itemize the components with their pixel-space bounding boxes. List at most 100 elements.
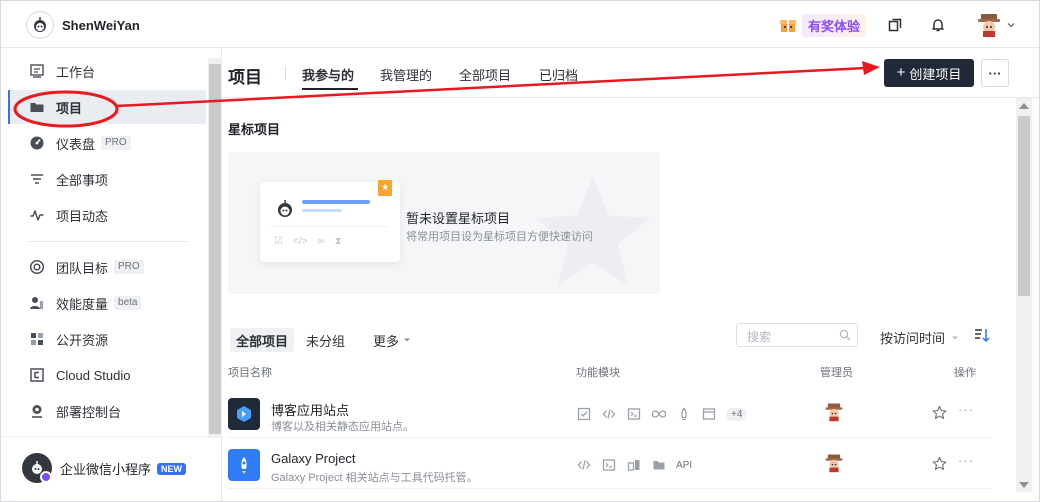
sidebar-item-label: 项目 [56, 100, 83, 116]
sidebar-item-label: 公开资源 [56, 332, 109, 348]
terminal-icon[interactable] [601, 457, 617, 473]
sidebar-item-label: 团队目标 [56, 260, 109, 276]
resources-icon [28, 330, 46, 348]
main-scrollbar-thumb[interactable] [1018, 116, 1030, 296]
org-logo-icon[interactable] [26, 11, 54, 39]
main-scrollbar[interactable] [1016, 98, 1032, 492]
code-icon[interactable] [601, 406, 617, 422]
project-description: Galaxy Project 相关站点与工具代码托管。 [271, 472, 478, 484]
column-header-admin: 管理员 [820, 367, 853, 379]
sidebar-item-team-goals[interactable]: 团队目标 PRO [8, 250, 206, 284]
project-search-input[interactable]: 搜索 [736, 323, 858, 347]
module-list: +4 [576, 406, 748, 422]
row-more-icon[interactable]: ··· [958, 402, 974, 417]
api-module-label[interactable]: API [676, 460, 692, 471]
top-bar: ShenWeiYan 有奖体验 [0, 0, 1040, 48]
tab-participated[interactable]: 我参与的 [302, 65, 354, 84]
filter-all-projects[interactable]: 全部项目 [230, 328, 295, 352]
cloud-studio-icon [28, 366, 46, 384]
sidebar-item-label: 部署控制台 [56, 404, 122, 420]
main-header: 项目 我参与的 我管理的 全部项目 已归档 + 创建项目 ··· [222, 48, 1040, 98]
sidebar-item-projects[interactable]: 项目 [8, 90, 206, 124]
window-icon[interactable] [701, 406, 717, 422]
admin-avatar-icon[interactable] [824, 453, 844, 473]
activity-icon [28, 206, 46, 224]
module-list: API [576, 457, 692, 473]
sidebar-item-label: 全部事项 [56, 172, 109, 188]
sidebar-item-cloud-studio[interactable]: Cloud Studio [8, 358, 206, 392]
column-header-modules: 功能模块 [576, 367, 620, 379]
sidebar: 工作台 项目 仪表盘 PRO 全部事项 项目动态 团队目标 PRO 效能度量 b… [0, 48, 222, 502]
metrics-icon [28, 294, 46, 312]
sidebar-item-dashboard[interactable]: 仪表盘 PRO [8, 126, 206, 160]
table-row[interactable]: 博客应用站点 博客以及相关静态应用站点。 +4 ··· [228, 388, 992, 438]
checkbox-icon: ☑ [274, 236, 283, 247]
table-row[interactable]: Galaxy Project Galaxy Project 相关站点与工具代码托… [228, 439, 992, 489]
page-title: 项目 [228, 68, 262, 87]
hourglass-icon: ⧗ [334, 236, 342, 247]
sidebar-scrollbar-thumb[interactable] [209, 64, 221, 434]
empty-illustration-card: ☑ </> ∞ ⧗ ★ [260, 180, 400, 262]
tab-archived[interactable]: 已归档 [539, 65, 578, 84]
tab-all-projects[interactable]: 全部项目 [459, 65, 511, 84]
caret-down-icon [951, 336, 958, 340]
pro-badge: PRO [101, 136, 131, 150]
terminal-icon[interactable] [626, 406, 642, 422]
user-avatar-icon[interactable] [976, 12, 1002, 38]
sidebar-item-activity[interactable]: 项目动态 [8, 198, 206, 232]
sidebar-item-all-issues[interactable]: 全部事项 [8, 162, 206, 196]
admin-avatar-icon[interactable] [824, 402, 844, 422]
sidebar-divider [28, 241, 188, 242]
scroll-down-arrow-icon[interactable] [1019, 482, 1029, 488]
mini-program-icon [22, 453, 52, 483]
starred-empty-title: 暂未设置星标项目 [406, 211, 511, 226]
row-more-icon[interactable]: ··· [958, 453, 974, 468]
starred-empty-panel: ☑ </> ∞ ⧗ ★ 暂未设置星标项目 将常用项目设为星标项目方便快速访问 [228, 152, 660, 294]
bell-icon[interactable] [928, 15, 948, 35]
project-logo-icon [278, 200, 292, 217]
sidebar-item-metrics[interactable]: 效能度量 beta [8, 286, 206, 320]
create-project-button[interactable]: + 创建项目 [884, 59, 974, 87]
folder-icon[interactable] [651, 457, 667, 473]
scroll-up-arrow-icon[interactable] [1019, 103, 1029, 109]
dashboard-icon [28, 134, 46, 152]
promo-banner[interactable]: 有奖体验 [778, 13, 867, 37]
active-tab-indicator [302, 88, 358, 90]
star-outline-icon[interactable] [932, 405, 947, 423]
rocket-icon[interactable] [676, 406, 692, 422]
sidebar-item-label: 效能度量 [56, 296, 109, 312]
sort-dropdown[interactable]: 按访问时间 [880, 328, 960, 347]
project-name[interactable]: 博客应用站点 [271, 400, 349, 419]
sort-order-icon[interactable] [974, 327, 990, 346]
tab-managed[interactable]: 我管理的 [380, 65, 432, 84]
sidebar-item-public-resources[interactable]: 公开资源 [8, 322, 206, 356]
star-bookmark-icon: ★ [378, 180, 392, 196]
new-badge: NEW [157, 462, 187, 475]
starred-empty-subtitle: 将常用项目设为星标项目方便快速访问 [406, 231, 593, 243]
sidebar-scrollbar[interactable] [208, 58, 222, 438]
infinity-icon[interactable] [651, 406, 667, 422]
infinity-icon: ∞ [317, 236, 325, 247]
checkbox-icon[interactable] [576, 406, 592, 422]
mini-program-entry[interactable]: 企业微信小程序 NEW [0, 436, 208, 502]
workbench-icon [28, 62, 46, 80]
artifact-icon[interactable] [626, 457, 642, 473]
code-icon: </> [292, 236, 308, 247]
project-icon [228, 398, 260, 430]
code-icon[interactable] [576, 457, 592, 473]
modules-more-badge[interactable]: +4 [726, 407, 748, 421]
sidebar-item-workbench[interactable]: 工作台 [8, 54, 206, 88]
target-icon [28, 258, 46, 276]
star-outline-icon[interactable] [932, 456, 947, 474]
sidebar-item-label: 工作台 [56, 64, 96, 80]
filter-more[interactable]: 更多 [367, 328, 418, 352]
org-name[interactable]: ShenWeiYan [62, 18, 140, 33]
filter-ungrouped[interactable]: 未分组 [300, 328, 351, 352]
column-header-actions: 操作 [954, 367, 976, 379]
project-name[interactable]: Galaxy Project [271, 451, 356, 466]
sidebar-item-deploy-console[interactable]: 部署控制台 [8, 394, 206, 428]
more-options-button[interactable]: ··· [981, 59, 1009, 87]
caret-down-icon [404, 338, 411, 342]
copy-window-icon[interactable] [885, 15, 905, 35]
chevron-down-icon[interactable] [1004, 15, 1018, 35]
